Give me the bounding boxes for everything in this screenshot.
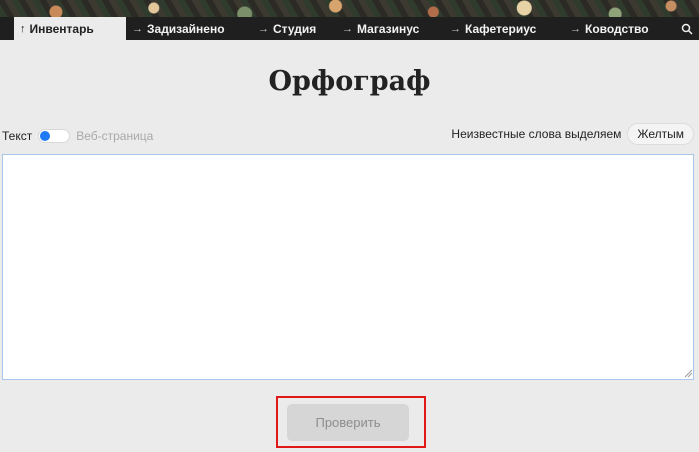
arrow-right-icon: → <box>450 22 461 35</box>
highlight-label: Неизвестные слова выделяем <box>451 127 622 141</box>
tab-kovodstvo[interactable]: → Ководство <box>564 17 652 40</box>
top-nav: ↑ Инвентарь → Задизайнено → Студия → Маг… <box>0 17 699 40</box>
search-button[interactable] <box>675 17 699 40</box>
tab-inventar[interactable]: ↑ Инвентарь <box>14 17 126 40</box>
tab-label: Ководство <box>585 21 649 36</box>
highlight-color-button[interactable]: Желтым <box>627 123 694 145</box>
arrow-right-icon: → <box>258 22 269 35</box>
arrow-right-icon: → <box>342 22 353 35</box>
check-button[interactable]: Проверить <box>287 404 409 441</box>
tab-kafeterius[interactable]: → Кафетериус <box>444 17 564 40</box>
tab-studiya[interactable]: → Студия <box>252 17 336 40</box>
tab-label: Задизайнено <box>147 21 225 36</box>
tab-zadizajneno[interactable]: → Задизайнено <box>126 17 252 40</box>
text-input[interactable] <box>2 154 694 380</box>
page: ↑ Инвентарь → Задизайнено → Студия → Маг… <box>0 0 699 452</box>
arrow-up-icon: ↑ <box>20 22 26 35</box>
tab-label: Студия <box>273 21 317 36</box>
tab-label: Инвентарь <box>29 21 94 36</box>
tab-label: Кафетериус <box>465 21 537 36</box>
mode-label-text[interactable]: Текст <box>2 129 32 143</box>
highlight-setting: Неизвестные слова выделяем Желтым <box>451 123 694 145</box>
toggle-knob <box>40 131 51 141</box>
mode-toggle[interactable] <box>38 129 71 143</box>
mode-label-webpage[interactable]: Веб-страница <box>76 129 153 143</box>
mode-switch: Текст Веб-страница <box>2 129 153 143</box>
tab-magazinus[interactable]: → Магазинус <box>336 17 444 40</box>
arrow-right-icon: → <box>570 22 581 35</box>
search-icon <box>681 23 693 35</box>
page-title: Орфограф <box>268 66 431 97</box>
arrow-right-icon: → <box>132 22 143 35</box>
tab-label: Магазинус <box>357 21 420 36</box>
